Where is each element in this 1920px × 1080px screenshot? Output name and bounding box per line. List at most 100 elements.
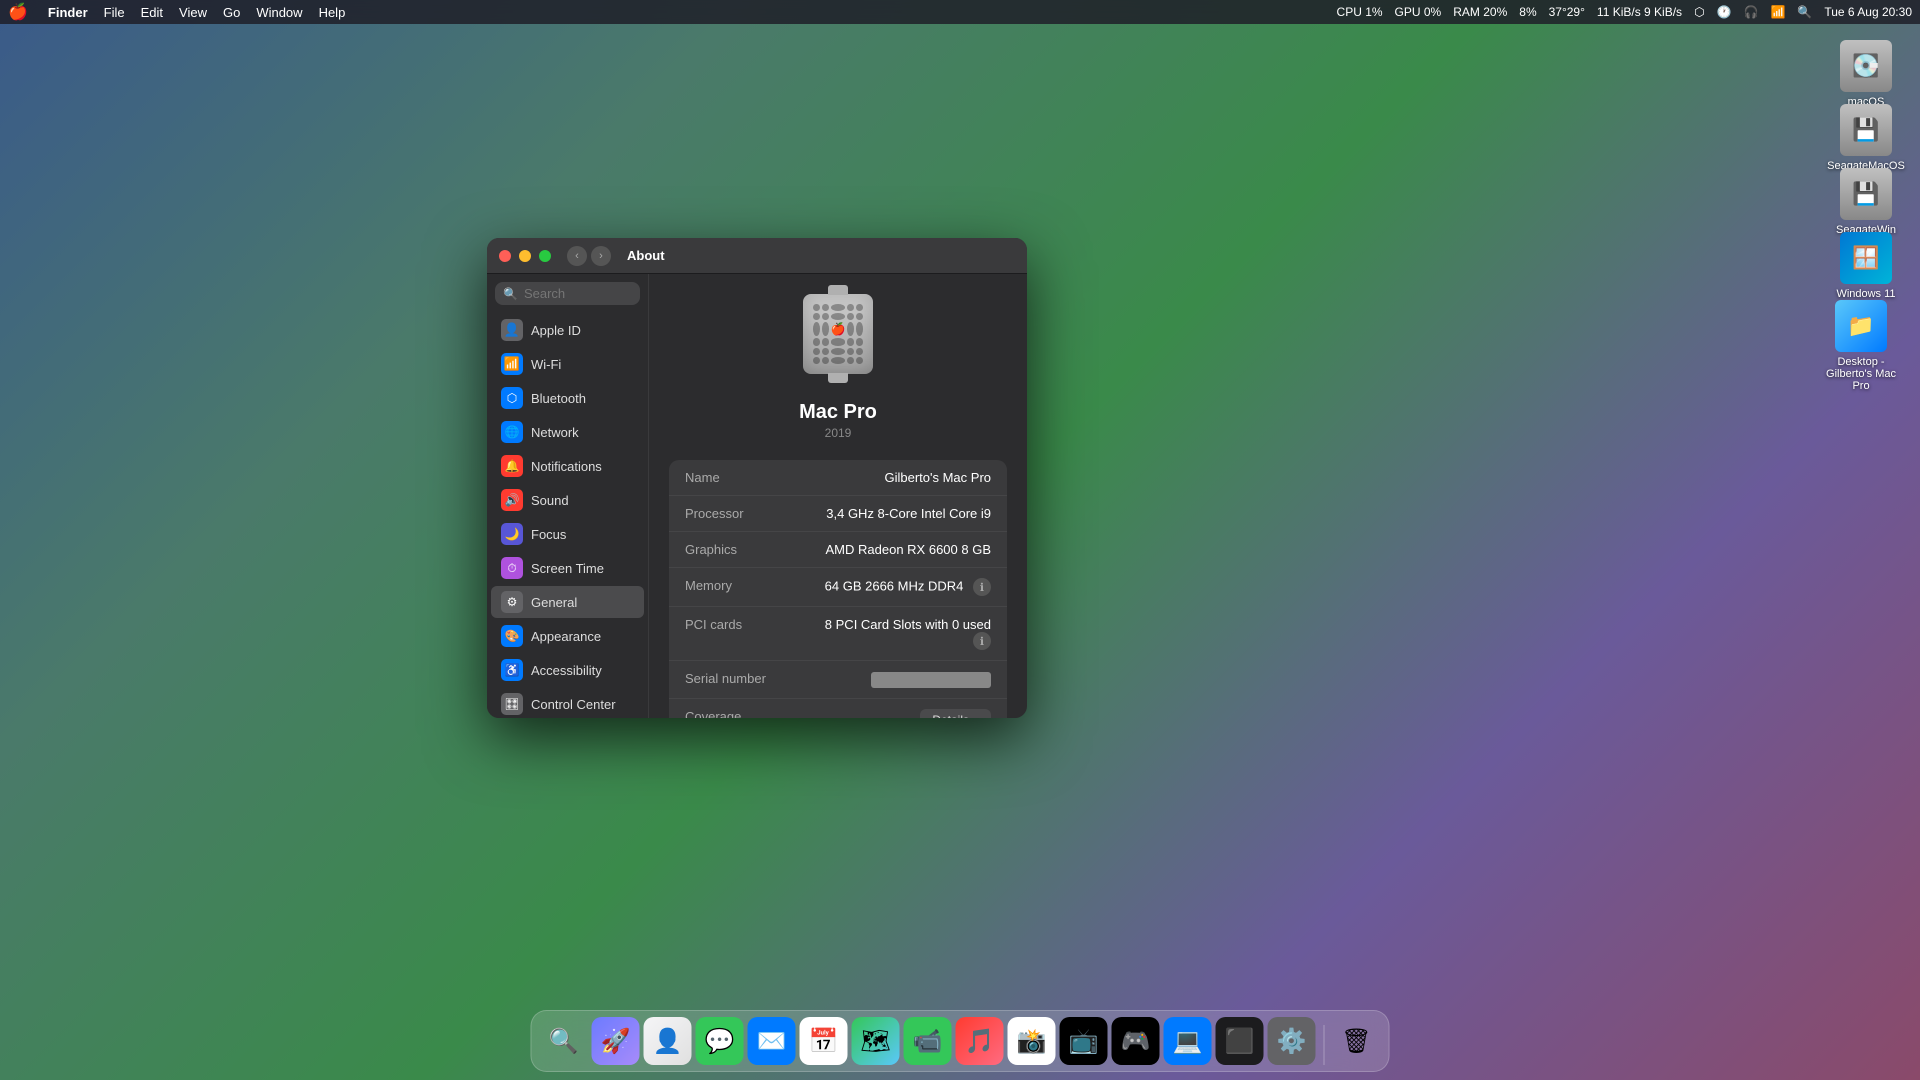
cpu-stat: CPU 1% xyxy=(1337,5,1383,19)
dock-item-tv[interactable]: 📺 xyxy=(1060,1017,1108,1065)
info-row-serial: Serial number xyxy=(669,661,1007,699)
sidebar-item-bluetooth[interactable]: ⬡ Bluetooth xyxy=(491,382,644,414)
dock-item-trash[interactable]: 🗑 xyxy=(1333,1017,1381,1065)
window-body: 🔍 👤 Apple ID 📶 Wi-Fi ⬡ xyxy=(487,274,1027,718)
processor-value: 3,4 GHz 8-Core Intel Core i9 xyxy=(826,506,991,521)
menu-edit[interactable]: Edit xyxy=(141,5,163,20)
dock-item-finder[interactable]: 🔍 xyxy=(540,1017,588,1065)
sidebar-item-control-center[interactable]: 🎛 Control Center xyxy=(491,688,644,718)
desktop-icon-macos[interactable]: 💽 macOS xyxy=(1826,40,1906,108)
clock-icon: 🕐 xyxy=(1717,5,1732,19)
device-year: 2019 xyxy=(825,426,852,440)
sidebar-item-sound[interactable]: 🔊 Sound xyxy=(491,484,644,516)
search-menubar-icon[interactable]: 🔍 xyxy=(1797,5,1812,19)
dock-item-launchpad[interactable]: 🚀 xyxy=(592,1017,640,1065)
bluetooth-icon[interactable]: ⬡ xyxy=(1694,5,1704,19)
desktop-icon-desktop[interactable]: 📁 Desktop - Gilberto's Mac Pro xyxy=(1816,300,1906,392)
desktop-folder-label: Desktop - Gilberto's Mac Pro xyxy=(1816,356,1906,392)
info-row-pci: PCI cards 8 PCI Card Slots with 0 used ℹ xyxy=(669,607,1007,661)
desktop-icon-seagate-win[interactable]: 💾 SeagateWin xyxy=(1826,168,1906,236)
dock-item-terminal[interactable]: ⬛ xyxy=(1216,1017,1264,1065)
dock-item-vscode[interactable]: 💻 xyxy=(1164,1017,1212,1065)
desktop-folder-icon: 📁 xyxy=(1835,300,1887,352)
close-button[interactable] xyxy=(499,250,511,262)
sidebar-label-apple-id: Apple ID xyxy=(531,323,581,338)
seagate-mac-icon: 💾 xyxy=(1840,104,1892,156)
memory-label: Memory xyxy=(685,578,732,596)
menu-view[interactable]: View xyxy=(179,5,207,20)
details-button[interactable]: Details... xyxy=(920,709,991,718)
windows11-icon: 🪟 xyxy=(1840,232,1892,284)
sound-icon: 🔊 xyxy=(501,489,523,511)
apple-menu[interactable]: 🍎 xyxy=(8,2,28,22)
sidebar-item-general[interactable]: ⚙ General xyxy=(491,586,644,618)
desktop-icon-windows11[interactable]: 🪟 Windows 11 xyxy=(1826,232,1906,300)
back-button[interactable]: ‹ xyxy=(567,246,587,266)
pci-info-button[interactable]: ℹ xyxy=(973,632,991,650)
search-input[interactable] xyxy=(524,286,632,301)
dock-item-calendar[interactable]: 📅 xyxy=(800,1017,848,1065)
dock-item-sysprefs[interactable]: ⚙️ xyxy=(1268,1017,1316,1065)
network-stat: 11 KiB/s 9 KiB/s xyxy=(1597,5,1682,19)
headphones-icon[interactable]: 🎧 xyxy=(1744,5,1759,19)
general-icon: ⚙ xyxy=(501,591,523,613)
pci-value: 8 PCI Card Slots with 0 used ℹ xyxy=(807,617,991,650)
sidebar-label-sound: Sound xyxy=(531,493,569,508)
coverage-value: Details... xyxy=(920,709,991,718)
search-box[interactable]: 🔍 xyxy=(495,282,640,305)
menubar: 🍎 Finder File Edit View Go Window Help C… xyxy=(0,0,1920,24)
dock-item-mail[interactable]: ✉️ xyxy=(748,1017,796,1065)
mac-pro-grid: 🍎 xyxy=(813,304,863,364)
dock-item-messages[interactable]: 💬 xyxy=(696,1017,744,1065)
sidebar-label-wifi: Wi-Fi xyxy=(531,357,561,372)
sidebar-label-network: Network xyxy=(531,425,579,440)
graphics-value: AMD Radeon RX 6600 8 GB xyxy=(826,542,991,557)
dock-item-photos[interactable]: 📸 xyxy=(1008,1017,1056,1065)
maximize-button[interactable] xyxy=(539,250,551,262)
about-hero: 🍎 Mac Pro 2019 xyxy=(669,294,1007,440)
minimize-button[interactable] xyxy=(519,250,531,262)
menu-go[interactable]: Go xyxy=(223,5,240,20)
menu-window[interactable]: Window xyxy=(256,5,302,20)
serial-hidden-bar xyxy=(871,672,991,688)
menu-help[interactable]: Help xyxy=(319,5,346,20)
sidebar-label-general: General xyxy=(531,595,577,610)
mac-pro-illustration: 🍎 xyxy=(793,294,883,389)
sidebar-label-accessibility: Accessibility xyxy=(531,663,602,678)
dock-item-contacts[interactable]: 👤 xyxy=(644,1017,692,1065)
search-icon: 🔍 xyxy=(503,287,518,301)
processor-label: Processor xyxy=(685,506,744,521)
sidebar-label-focus: Focus xyxy=(531,527,566,542)
traffic-lights xyxy=(499,250,551,262)
info-row-name: Name Gilberto's Mac Pro xyxy=(669,460,1007,496)
desktop-icon-seagate-mac[interactable]: 💾 SeagateMacOS xyxy=(1826,104,1906,172)
sidebar-label-notifications: Notifications xyxy=(531,459,602,474)
menu-finder[interactable]: Finder xyxy=(48,5,88,20)
wifi-menubar-icon[interactable]: 📶 xyxy=(1770,5,1785,19)
sidebar-item-apple-id[interactable]: 👤 Apple ID xyxy=(491,314,644,346)
temp-stat: 37°29° xyxy=(1549,5,1585,19)
sidebar-item-notifications[interactable]: 🔔 Notifications xyxy=(491,450,644,482)
serial-value xyxy=(871,671,991,688)
sidebar-item-accessibility[interactable]: ♿ Accessibility xyxy=(491,654,644,686)
dock-item-music[interactable]: 🎵 xyxy=(956,1017,1004,1065)
dock-item-maps[interactable]: 🗺 xyxy=(852,1017,900,1065)
menu-file[interactable]: File xyxy=(104,5,125,20)
gpu-stat: GPU 0% xyxy=(1395,5,1442,19)
sidebar-item-wifi[interactable]: 📶 Wi-Fi xyxy=(491,348,644,380)
wifi-icon: 📶 xyxy=(501,353,523,375)
sidebar-item-network[interactable]: 🌐 Network xyxy=(491,416,644,448)
mac-pro-handle-bottom xyxy=(828,373,848,383)
sidebar: 🔍 👤 Apple ID 📶 Wi-Fi ⬡ xyxy=(487,274,649,718)
info-row-processor: Processor 3,4 GHz 8-Core Intel Core i9 xyxy=(669,496,1007,532)
sidebar-item-focus[interactable]: 🌙 Focus xyxy=(491,518,644,550)
bluetooth-sidebar-icon: ⬡ xyxy=(501,387,523,409)
dock-item-arcade[interactable]: 🎮 xyxy=(1112,1017,1160,1065)
sidebar-item-appearance[interactable]: 🎨 Appearance xyxy=(491,620,644,652)
forward-button[interactable]: › xyxy=(591,246,611,266)
appearance-icon: 🎨 xyxy=(501,625,523,647)
name-label: Name xyxy=(685,470,720,485)
memory-info-button[interactable]: ℹ xyxy=(973,578,991,596)
dock-item-facetime[interactable]: 📹 xyxy=(904,1017,952,1065)
sidebar-item-screen-time[interactable]: ⏱ Screen Time xyxy=(491,552,644,584)
